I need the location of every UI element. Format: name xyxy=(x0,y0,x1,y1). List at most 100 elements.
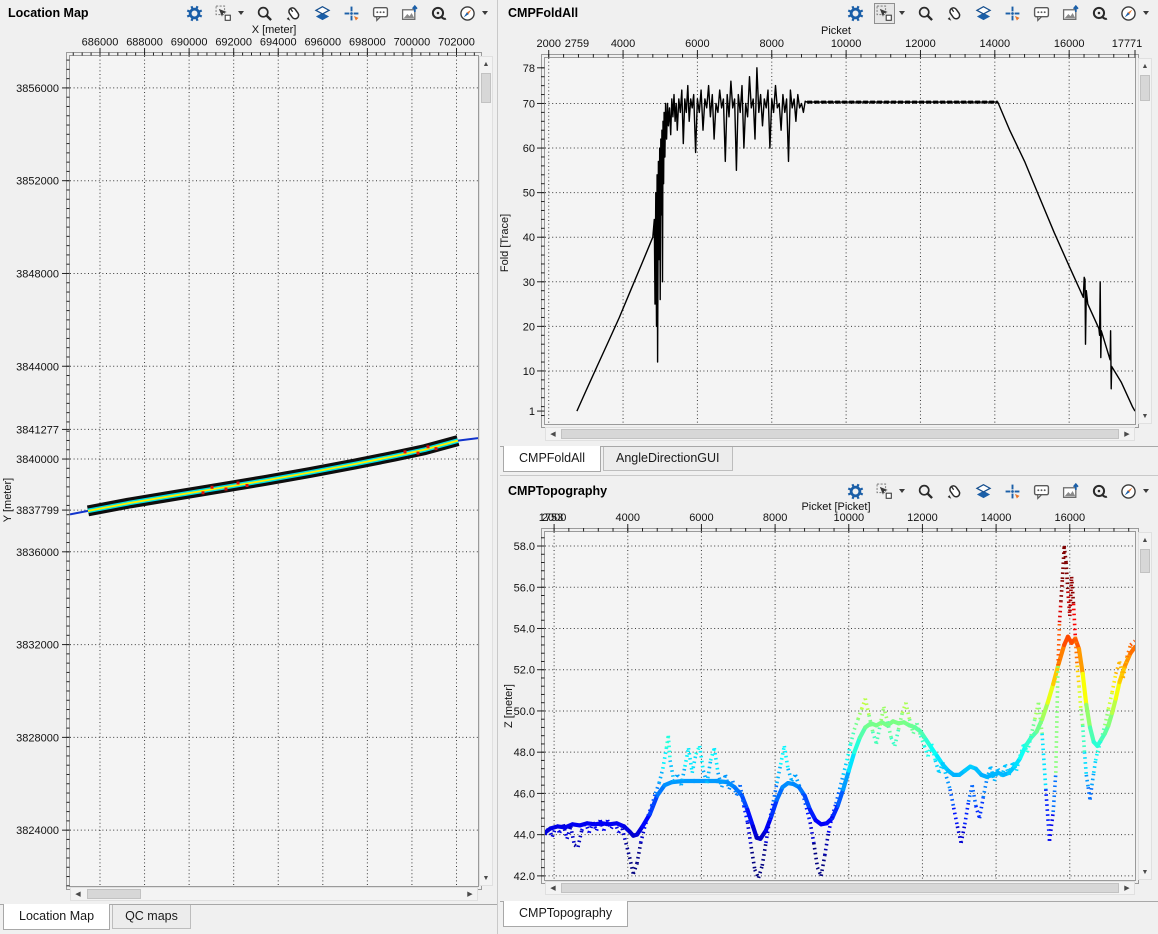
svg-text:3844000: 3844000 xyxy=(16,361,59,373)
tab-qc-maps[interactable]: QC maps xyxy=(112,905,191,929)
export-image-icon[interactable] xyxy=(1061,482,1080,501)
cmp-topography-vscrollbar[interactable]: ▲ ▼ xyxy=(1138,532,1152,880)
select-mode-icon[interactable] xyxy=(875,482,894,501)
scroll-left-icon[interactable]: ◀ xyxy=(72,888,84,900)
select-mode-icon[interactable] xyxy=(875,4,894,23)
svg-text:702000: 702000 xyxy=(438,37,475,49)
measure-tape-icon[interactable] xyxy=(1090,4,1109,23)
svg-text:1: 1 xyxy=(529,406,535,418)
svg-text:688000: 688000 xyxy=(126,37,163,49)
cmp-topography-panel-title: CMPTopography xyxy=(508,484,607,498)
scroll-thumb[interactable] xyxy=(481,73,491,103)
cmp-fold-all-header: CMPFoldAll xyxy=(500,0,1158,24)
location-map-tabbar: Location MapQC maps xyxy=(0,904,497,934)
svg-text:Fold [Trace]: Fold [Trace] xyxy=(499,214,511,272)
svg-text:Picket [Picket]: Picket [Picket] xyxy=(801,501,870,513)
scroll-thumb[interactable] xyxy=(1140,549,1150,573)
compass-icon[interactable] xyxy=(1119,482,1138,501)
zoom-magnifier-icon[interactable] xyxy=(916,4,935,23)
cmp-fold-all-tabbar: CMPFoldAllAngleDirectionGUI xyxy=(500,446,1158,475)
svg-text:6000: 6000 xyxy=(689,512,713,524)
compass-dropdown-icon[interactable] xyxy=(481,10,489,16)
svg-text:14000: 14000 xyxy=(980,38,1011,50)
svg-text:3832000: 3832000 xyxy=(16,640,59,652)
cmp-topography-chart: 2000400060008000100001200014000160001753… xyxy=(503,501,1139,884)
scroll-up-icon[interactable]: ▲ xyxy=(1139,60,1151,72)
compass-dropdown-icon[interactable] xyxy=(1142,488,1150,494)
layers-icon[interactable] xyxy=(974,482,993,501)
scroll-thumb[interactable] xyxy=(1140,75,1150,101)
scroll-down-icon[interactable]: ▼ xyxy=(1139,410,1151,422)
select-mode-dropdown-icon[interactable] xyxy=(898,488,906,494)
measure-tape-icon[interactable] xyxy=(1090,482,1109,501)
measure-tape-icon[interactable] xyxy=(429,4,448,23)
zoom-magnifier-icon[interactable] xyxy=(916,482,935,501)
scroll-thumb[interactable] xyxy=(561,429,1119,439)
scroll-left-icon[interactable]: ◀ xyxy=(547,428,559,440)
scroll-thumb[interactable] xyxy=(87,889,141,899)
comment-bubble-icon[interactable] xyxy=(1032,4,1051,23)
select-mode-dropdown-icon[interactable] xyxy=(898,10,906,16)
svg-text:10000: 10000 xyxy=(833,512,864,524)
location-map-hscrollbar[interactable]: ◀ ▶ xyxy=(70,887,478,901)
mouse-pan-icon[interactable] xyxy=(945,4,964,23)
tab-cmpfoldall[interactable]: CMPFoldAll xyxy=(503,446,601,472)
location-map-vscrollbar[interactable]: ▲ ▼ xyxy=(479,56,493,886)
svg-text:58.0: 58.0 xyxy=(514,541,535,553)
settings-gear-icon[interactable] xyxy=(846,4,865,23)
scroll-down-icon[interactable]: ▼ xyxy=(480,872,492,884)
svg-text:3840000: 3840000 xyxy=(16,454,59,466)
crosshair-position-icon[interactable] xyxy=(1003,4,1022,23)
app-root: 6860006880006900006920006940006960006980… xyxy=(0,0,1158,934)
svg-text:3848000: 3848000 xyxy=(16,268,59,280)
comment-bubble-icon[interactable] xyxy=(371,4,390,23)
settings-gear-icon[interactable] xyxy=(846,482,865,501)
cmp-topography-header: CMPTopography xyxy=(500,478,1158,502)
select-mode-icon[interactable] xyxy=(214,4,233,23)
tab-angledirectiongui[interactable]: AngleDirectionGUI xyxy=(603,447,733,471)
svg-text:3836000: 3836000 xyxy=(16,547,59,559)
crosshair-position-icon[interactable] xyxy=(342,4,361,23)
compass-icon[interactable] xyxy=(1119,4,1138,23)
scroll-up-icon[interactable]: ▲ xyxy=(480,58,492,70)
location-map-toolbar xyxy=(185,4,489,23)
select-mode-dropdown-icon[interactable] xyxy=(237,10,245,16)
compass-icon[interactable] xyxy=(458,4,477,23)
svg-text:42.0: 42.0 xyxy=(514,871,535,883)
cmp-fold-all-vscrollbar[interactable]: ▲ ▼ xyxy=(1138,58,1152,424)
comment-bubble-icon[interactable] xyxy=(1032,482,1051,501)
scroll-right-icon[interactable]: ▶ xyxy=(464,888,476,900)
svg-text:Y [meter]: Y [meter] xyxy=(2,478,14,522)
svg-text:70: 70 xyxy=(523,98,535,110)
scroll-thumb[interactable] xyxy=(561,883,1119,893)
location-map-chart: 6860006880006900006920006940006960006980… xyxy=(2,24,482,890)
scroll-up-icon[interactable]: ▲ xyxy=(1139,534,1151,546)
svg-text:40: 40 xyxy=(523,232,535,244)
mouse-pan-icon[interactable] xyxy=(945,482,964,501)
panel-divider-horizontal xyxy=(500,475,1158,476)
svg-text:10000: 10000 xyxy=(831,38,862,50)
layers-icon[interactable] xyxy=(974,4,993,23)
settings-gear-icon[interactable] xyxy=(185,4,204,23)
tab-location-map[interactable]: Location Map xyxy=(3,904,110,930)
export-image-icon[interactable] xyxy=(400,4,419,23)
svg-text:686000: 686000 xyxy=(82,37,119,49)
svg-text:50: 50 xyxy=(523,188,535,200)
crosshair-position-icon[interactable] xyxy=(1003,482,1022,501)
cmp-fold-all-hscrollbar[interactable]: ◀ ▶ xyxy=(545,427,1135,441)
mouse-pan-icon[interactable] xyxy=(284,4,303,23)
export-image-icon[interactable] xyxy=(1061,4,1080,23)
zoom-magnifier-icon[interactable] xyxy=(255,4,274,23)
scroll-right-icon[interactable]: ▶ xyxy=(1121,882,1133,894)
svg-text:698000: 698000 xyxy=(349,37,386,49)
scroll-right-icon[interactable]: ▶ xyxy=(1121,428,1133,440)
svg-text:10: 10 xyxy=(523,366,535,378)
cmp-fold-all-toolbar xyxy=(846,4,1150,23)
svg-text:694000: 694000 xyxy=(260,37,297,49)
cmp-topography-hscrollbar[interactable]: ◀ ▶ xyxy=(545,881,1135,895)
compass-dropdown-icon[interactable] xyxy=(1142,10,1150,16)
layers-icon[interactable] xyxy=(313,4,332,23)
scroll-left-icon[interactable]: ◀ xyxy=(547,882,559,894)
tab-cmptopography[interactable]: CMPTopography xyxy=(503,901,628,927)
scroll-down-icon[interactable]: ▼ xyxy=(1139,866,1151,878)
